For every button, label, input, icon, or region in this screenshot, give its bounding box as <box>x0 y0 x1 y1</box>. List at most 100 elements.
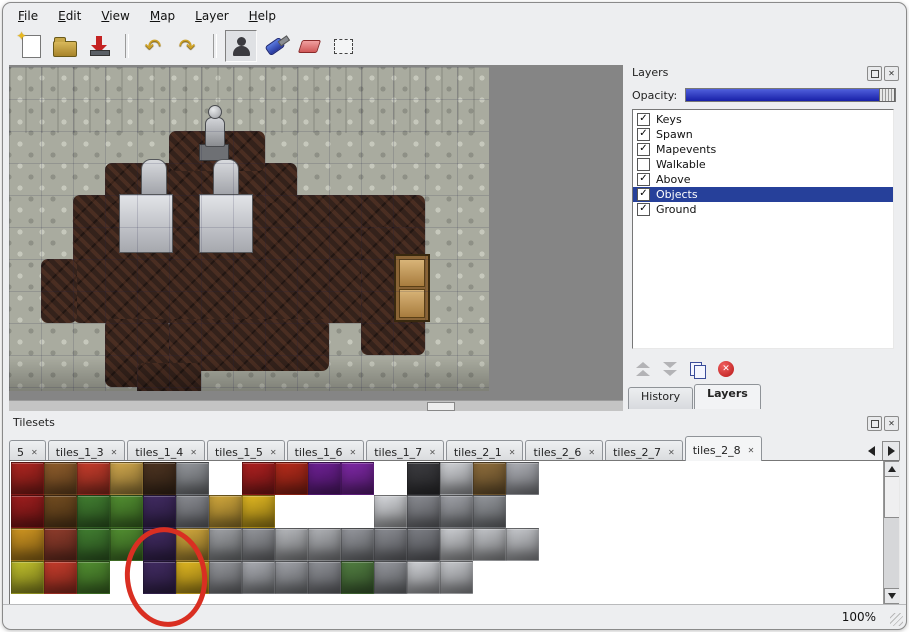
tile[interactable] <box>110 462 143 495</box>
tile[interactable] <box>209 462 242 495</box>
layer-visibility-checkbox[interactable]: ✓ <box>637 188 650 201</box>
map-horizontal-scrollbar[interactable] <box>9 400 623 411</box>
select-tool-button[interactable] <box>327 30 359 62</box>
close-panel-button[interactable]: ✕ <box>884 416 899 431</box>
tile[interactable] <box>209 528 242 561</box>
tile[interactable] <box>110 561 143 594</box>
tile[interactable] <box>44 462 77 495</box>
tile[interactable] <box>44 495 77 528</box>
scroll-up-button[interactable] <box>884 461 900 477</box>
tileset-tab-tiles_2_7[interactable]: tiles_2_7✕ <box>605 440 683 461</box>
menu-item-view[interactable]: View <box>92 6 138 26</box>
tile[interactable] <box>11 528 44 561</box>
tileset-tab-5[interactable]: 5✕ <box>9 440 46 461</box>
tile[interactable] <box>11 561 44 594</box>
tile[interactable] <box>77 528 110 561</box>
paint-tool-button[interactable] <box>259 30 291 62</box>
opacity-slider[interactable] <box>685 88 896 102</box>
menu-item-map[interactable]: Map <box>141 6 184 26</box>
menu-item-layer[interactable]: Layer <box>186 6 237 26</box>
tile[interactable] <box>77 561 110 594</box>
tile[interactable] <box>242 528 275 561</box>
tile[interactable] <box>275 462 308 495</box>
layer-visibility-checkbox[interactable]: ✓ <box>637 113 650 126</box>
tileset-tab-tiles_2_1[interactable]: tiles_2_1✕ <box>446 440 524 461</box>
close-panel-button[interactable]: ✕ <box>884 66 899 81</box>
tile[interactable] <box>440 561 473 594</box>
tileset-vertical-scrollbar[interactable] <box>883 461 899 604</box>
tile[interactable] <box>407 462 440 495</box>
scroll-tabs-left-button[interactable] <box>863 442 879 460</box>
tile[interactable] <box>473 495 506 528</box>
tile[interactable] <box>176 561 209 594</box>
tile[interactable] <box>242 462 275 495</box>
tile[interactable] <box>143 528 176 561</box>
tile[interactable] <box>374 528 407 561</box>
map-viewport[interactable] <box>9 67 489 391</box>
layer-visibility-checkbox[interactable]: ✓ <box>637 203 650 216</box>
open-button[interactable] <box>49 30 81 62</box>
tile[interactable] <box>143 462 176 495</box>
tileset-tab-tiles_2_6[interactable]: tiles_2_6✕ <box>525 440 603 461</box>
tile[interactable] <box>110 528 143 561</box>
layer-row-mapevents[interactable]: ✓Mapevents <box>633 142 893 157</box>
save-button[interactable] <box>83 30 115 62</box>
tileset-tab-tiles_1_3[interactable]: tiles_1_3✕ <box>48 440 126 461</box>
tile[interactable] <box>110 495 143 528</box>
eraser-tool-button[interactable] <box>293 30 325 62</box>
tab-close-icon[interactable]: ✕ <box>668 448 675 457</box>
tile[interactable] <box>143 495 176 528</box>
tile[interactable] <box>506 462 539 495</box>
tile[interactable] <box>506 495 539 528</box>
tab-close-icon[interactable]: ✕ <box>588 448 595 457</box>
tileset-tab-tiles_1_5[interactable]: tiles_1_5✕ <box>207 440 285 461</box>
tile[interactable] <box>308 561 341 594</box>
tile[interactable] <box>11 495 44 528</box>
opacity-slider-handle[interactable] <box>879 88 895 102</box>
scrollbar-thumb[interactable] <box>427 402 455 411</box>
tab-history[interactable]: History <box>628 387 693 409</box>
tile[interactable] <box>308 495 341 528</box>
tileset-tab-tiles_1_7[interactable]: tiles_1_7✕ <box>366 440 444 461</box>
duplicate-layer-button[interactable] <box>690 362 705 377</box>
move-layer-down-button[interactable] <box>663 362 677 376</box>
menu-item-file[interactable]: File <box>9 6 47 26</box>
tile[interactable] <box>374 561 407 594</box>
move-layer-up-button[interactable] <box>636 362 650 376</box>
tile[interactable] <box>143 561 176 594</box>
scrollbar-thumb[interactable] <box>884 476 900 518</box>
tile[interactable] <box>242 561 275 594</box>
tile[interactable] <box>308 462 341 495</box>
tile[interactable] <box>374 462 407 495</box>
layer-visibility-checkbox[interactable]: ✓ <box>637 173 650 186</box>
tile[interactable] <box>341 462 374 495</box>
tab-close-icon[interactable]: ✕ <box>748 446 755 455</box>
tab-close-icon[interactable]: ✕ <box>429 448 436 457</box>
tile[interactable] <box>506 528 539 561</box>
tile[interactable] <box>407 561 440 594</box>
stamp-tool-button[interactable] <box>225 30 257 62</box>
layer-visibility-checkbox[interactable]: ✓ <box>637 128 650 141</box>
layer-row-above[interactable]: ✓Above <box>633 172 893 187</box>
float-panel-button[interactable] <box>867 66 882 81</box>
map-canvas[interactable] <box>9 65 623 411</box>
resize-grip[interactable] <box>890 613 903 626</box>
tile[interactable] <box>440 495 473 528</box>
tile[interactable] <box>44 528 77 561</box>
undo-button[interactable]: ↶ <box>137 30 169 62</box>
tile[interactable] <box>473 561 506 594</box>
menu-item-edit[interactable]: Edit <box>49 6 90 26</box>
layer-row-keys[interactable]: ✓Keys <box>633 112 893 127</box>
tile[interactable] <box>473 462 506 495</box>
tile[interactable] <box>341 528 374 561</box>
float-panel-button[interactable] <box>867 416 882 431</box>
tileset-tab-tiles_1_4[interactable]: tiles_1_4✕ <box>127 440 205 461</box>
scroll-down-button[interactable] <box>884 588 900 604</box>
layer-row-spawn[interactable]: ✓Spawn <box>633 127 893 142</box>
tile[interactable] <box>77 495 110 528</box>
redo-button[interactable]: ↷ <box>171 30 203 62</box>
tab-close-icon[interactable]: ✕ <box>350 448 357 457</box>
tile[interactable] <box>242 495 275 528</box>
tileset-tab-tiles_1_6[interactable]: tiles_1_6✕ <box>287 440 365 461</box>
menu-item-help[interactable]: Help <box>240 6 285 26</box>
